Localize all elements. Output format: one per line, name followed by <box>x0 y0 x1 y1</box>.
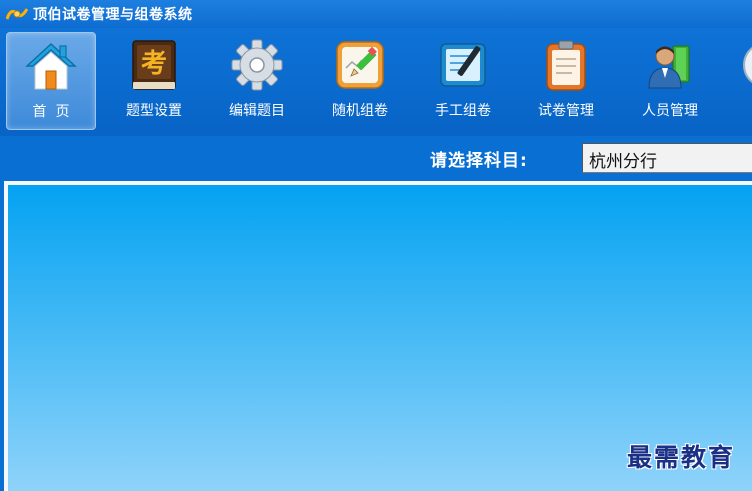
exam-book-icon: 考 <box>132 40 176 90</box>
toolbar-manual-paper-button[interactable]: 手工组卷 <box>419 32 507 128</box>
partial-toolbar-icon <box>743 46 752 84</box>
svg-text:考: 考 <box>141 49 167 79</box>
toolbar-manual-paper-label: 手工组卷 <box>435 103 491 119</box>
toolbar-user-management-button[interactable]: 人员管理 <box>626 32 714 128</box>
toolbar-edit-questions-button[interactable]: 编辑题目 <box>213 32 301 128</box>
toolbar-home-label: 首 页 <box>32 104 70 120</box>
clipboard-icon <box>546 40 586 91</box>
toolbar-question-type-label: 题型设置 <box>126 103 182 119</box>
toolbar-question-type-button[interactable]: 考 题型设置 <box>110 32 198 128</box>
users-icon <box>648 45 690 89</box>
toolbar-paper-management-label: 试卷管理 <box>538 103 594 119</box>
toolbar-more-button[interactable] <box>729 32 752 128</box>
toolbar-home-button[interactable]: 首 页 <box>6 32 96 130</box>
app-logo-icon <box>6 8 28 20</box>
notebook-pen-icon <box>440 43 486 87</box>
main-toolbar: 首 页 考 题型设置 编辑题目 随机组卷 手工组卷 试卷管理 人员管理 <box>0 28 752 136</box>
toolbar-paper-management-button[interactable]: 试卷管理 <box>522 32 610 128</box>
window-title: 顶伯试卷管理与组卷系统 <box>33 7 193 23</box>
pencil-sketch-icon <box>336 41 384 89</box>
toolbar-random-paper-button[interactable]: 随机组卷 <box>316 32 404 128</box>
toolbar-random-paper-label: 随机组卷 <box>332 103 388 119</box>
subject-select[interactable]: 杭州分行 <box>582 143 752 173</box>
title-bar: 顶伯试卷管理与组卷系统 <box>0 0 752 28</box>
toolbar-user-management-label: 人员管理 <box>642 103 698 119</box>
gear-icon <box>231 39 283 91</box>
subject-select-label: 请选择科目: <box>430 151 528 171</box>
toolbar-edit-questions-label: 编辑题目 <box>229 103 285 119</box>
home-icon <box>25 42 77 90</box>
watermark-text: 最需教育 <box>627 443 736 472</box>
